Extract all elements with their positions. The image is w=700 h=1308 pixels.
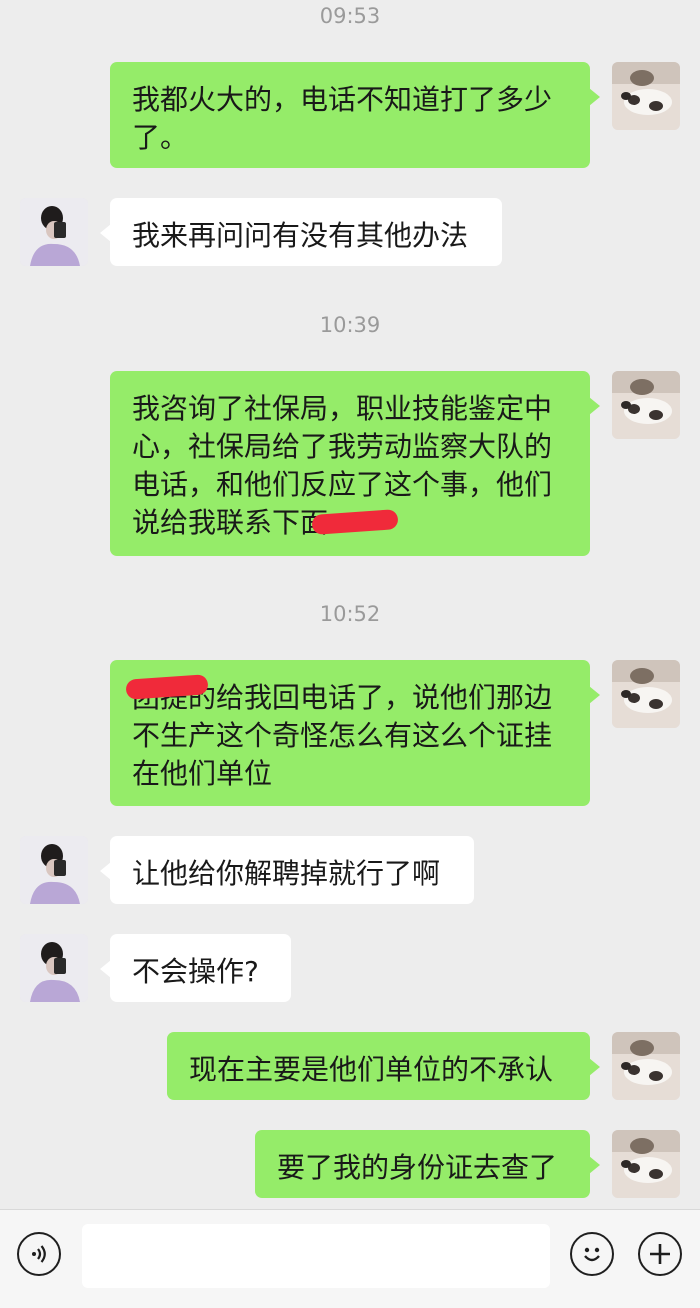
my-avatar[interactable]: [612, 1032, 680, 1100]
contact-avatar[interactable]: [20, 836, 88, 904]
timestamp: 09:53: [319, 4, 381, 28]
plus-icon[interactable]: [638, 1232, 682, 1276]
message-input[interactable]: [82, 1224, 550, 1288]
input-bar: [0, 1209, 700, 1308]
contact-avatar[interactable]: [20, 934, 88, 1002]
my-avatar[interactable]: [612, 660, 680, 728]
timestamp: 10:39: [319, 313, 381, 337]
message-bubble[interactable]: 要了我的身份证去查了: [255, 1130, 600, 1198]
message-bubble[interactable]: 让他给你解聘掉就行了啊: [100, 836, 474, 904]
my-avatar[interactable]: [612, 1130, 680, 1198]
message-bubble[interactable]: 我都火大的，电话不知道打了多少了。: [110, 62, 600, 168]
emoji-icon[interactable]: [570, 1232, 614, 1276]
my-avatar[interactable]: [612, 371, 680, 439]
my-avatar[interactable]: [612, 62, 680, 130]
message-bubble[interactable]: 不会操作?: [100, 934, 291, 1002]
voice-icon[interactable]: [17, 1232, 61, 1276]
timestamp: 10:52: [319, 602, 381, 626]
contact-avatar[interactable]: [20, 198, 88, 266]
message-bubble[interactable]: 我来再问问有没有其他办法: [100, 198, 502, 266]
message-bubble[interactable]: 现在主要是他们单位的不承认: [167, 1032, 600, 1100]
